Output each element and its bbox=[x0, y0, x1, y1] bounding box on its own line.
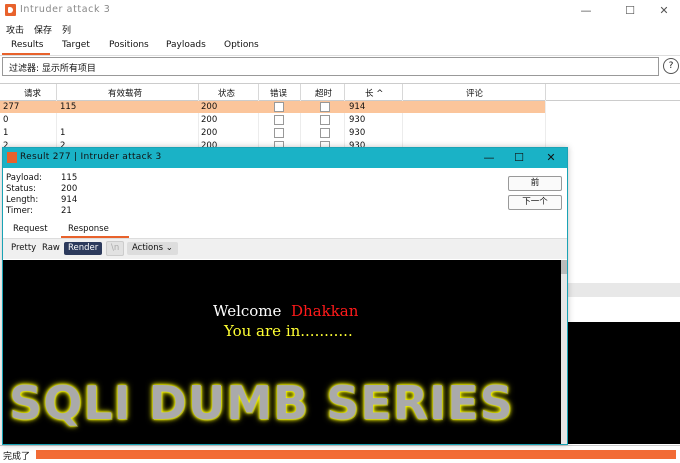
tab-positions[interactable]: Positions bbox=[109, 40, 149, 50]
timer-value: 21 bbox=[61, 206, 72, 216]
response-render-bg bbox=[566, 322, 680, 444]
column-header-payload[interactable]: 有效载荷 bbox=[108, 87, 142, 99]
status-text: 完成了 bbox=[3, 452, 31, 462]
tab-results[interactable]: Results bbox=[11, 40, 44, 50]
tab-request[interactable]: Request bbox=[13, 224, 48, 234]
title-bar: Intruder attack 3 — ☐ ✕ bbox=[0, 0, 680, 21]
active-tab-indicator bbox=[2, 53, 50, 55]
vertical-scrollbar[interactable] bbox=[561, 260, 567, 444]
burp-app-icon bbox=[7, 152, 17, 163]
sort-ascending-icon: ^ bbox=[376, 89, 384, 99]
rendered-response: Welcome Dhakkan You are in........... SQ… bbox=[3, 260, 561, 444]
status-bar: 完成了 bbox=[0, 445, 680, 463]
row-status: 200 bbox=[201, 115, 218, 125]
column-header-request[interactable]: 请求 bbox=[24, 87, 41, 99]
timeout-checkbox bbox=[320, 102, 330, 112]
table-row[interactable]: 1 1 200 930 bbox=[0, 127, 545, 139]
length-label: 长 bbox=[365, 89, 374, 99]
menu-attack[interactable]: 攻击 bbox=[6, 23, 24, 36]
filter-bar[interactable]: 过滤器: 显示所有项目 bbox=[2, 57, 659, 76]
tab-payloads[interactable]: Payloads bbox=[166, 40, 206, 50]
tab-options[interactable]: Options bbox=[224, 40, 259, 50]
length-label: Length: bbox=[6, 195, 39, 205]
next-button[interactable]: 下一个 bbox=[508, 195, 562, 210]
row-request: 0 bbox=[3, 115, 9, 125]
actions-dropdown[interactable]: Actions ⌄ bbox=[127, 242, 178, 255]
actions-label: Actions bbox=[132, 243, 164, 253]
popup-title: Result 277 | Intruder attack 3 bbox=[20, 152, 162, 162]
row-length: 914 bbox=[349, 102, 366, 112]
scrollbar-thumb[interactable] bbox=[561, 260, 567, 274]
status-label: Status: bbox=[6, 184, 36, 194]
column-header-status[interactable]: 状态 bbox=[218, 87, 235, 99]
status-value: 200 bbox=[61, 184, 78, 194]
close-button[interactable]: ✕ bbox=[650, 3, 678, 19]
timeout-checkbox bbox=[320, 128, 330, 138]
username-text: Dhakkan bbox=[291, 302, 359, 320]
row-length: 930 bbox=[349, 128, 366, 138]
progress-bar bbox=[36, 450, 676, 459]
pretty-button[interactable]: Pretty bbox=[7, 242, 40, 255]
column-header-length[interactable]: 长 ^ bbox=[365, 87, 383, 99]
table-row[interactable]: 277 115 200 914 bbox=[0, 101, 545, 113]
tab-target[interactable]: Target bbox=[62, 40, 90, 50]
tab-response[interactable]: Response bbox=[68, 224, 109, 234]
payload-label: Payload: bbox=[6, 173, 43, 183]
filter-label: 过滤器: 显示所有项目 bbox=[9, 64, 96, 74]
row-payload: 1 bbox=[60, 128, 66, 138]
raw-button[interactable]: Raw bbox=[38, 242, 64, 255]
column-header-timeout[interactable]: 超时 bbox=[315, 87, 332, 99]
row-request: 277 bbox=[3, 102, 20, 112]
maximize-button[interactable]: ☐ bbox=[616, 3, 644, 19]
column-header-error[interactable]: 错误 bbox=[270, 87, 287, 99]
main-tabs: Results Target Positions Payloads Option… bbox=[0, 37, 680, 56]
length-value: 914 bbox=[61, 195, 78, 205]
sqli-banner-text: SQLI DUMB SERIES bbox=[9, 376, 514, 430]
welcome-text: Welcome bbox=[213, 302, 282, 320]
error-checkbox bbox=[274, 115, 284, 125]
chevron-down-icon: ⌄ bbox=[165, 243, 173, 253]
render-button[interactable]: Render bbox=[64, 242, 103, 255]
burp-app-icon bbox=[5, 4, 16, 16]
popup-title-bar[interactable]: Result 277 | Intruder attack 3 — ☐ ✕ bbox=[3, 148, 567, 168]
timeout-checkbox bbox=[320, 115, 330, 125]
popup-minimize-button[interactable]: — bbox=[479, 151, 499, 165]
table-row[interactable]: 0 200 930 bbox=[0, 114, 545, 126]
error-checkbox bbox=[274, 102, 284, 112]
view-toolbar: Pretty Raw Render \n Actions ⌄ bbox=[3, 239, 567, 259]
minimize-button[interactable]: — bbox=[572, 3, 600, 19]
newline-toggle-button[interactable]: \n bbox=[106, 241, 125, 256]
row-status: 200 bbox=[201, 128, 218, 138]
previous-button[interactable]: 前 bbox=[508, 176, 562, 191]
response-toolbar-bg bbox=[566, 283, 680, 297]
error-checkbox bbox=[274, 128, 284, 138]
row-request: 1 bbox=[3, 128, 9, 138]
row-length: 930 bbox=[349, 115, 366, 125]
help-icon[interactable]: ? bbox=[663, 58, 679, 74]
menu-save[interactable]: 保存 bbox=[34, 23, 52, 36]
result-popup-window: Result 277 | Intruder attack 3 — ☐ ✕ Pay… bbox=[2, 147, 568, 445]
payload-value: 115 bbox=[61, 173, 78, 183]
window-title: Intruder attack 3 bbox=[20, 4, 111, 15]
popup-close-button[interactable]: ✕ bbox=[541, 151, 561, 165]
column-header-comment[interactable]: 评论 bbox=[466, 87, 483, 99]
row-status: 200 bbox=[201, 102, 218, 112]
popup-maximize-button[interactable]: ☐ bbox=[509, 151, 529, 165]
login-message: You are in........... bbox=[224, 322, 353, 340]
row-payload: 115 bbox=[60, 102, 77, 112]
menu-bar: 攻击 保存 列 bbox=[0, 21, 680, 37]
menu-columns[interactable]: 列 bbox=[62, 23, 71, 36]
table-header: 请求 有效载荷 状态 错误 超时 长 ^ 评论 bbox=[0, 84, 680, 101]
timer-label: Timer: bbox=[6, 206, 34, 216]
